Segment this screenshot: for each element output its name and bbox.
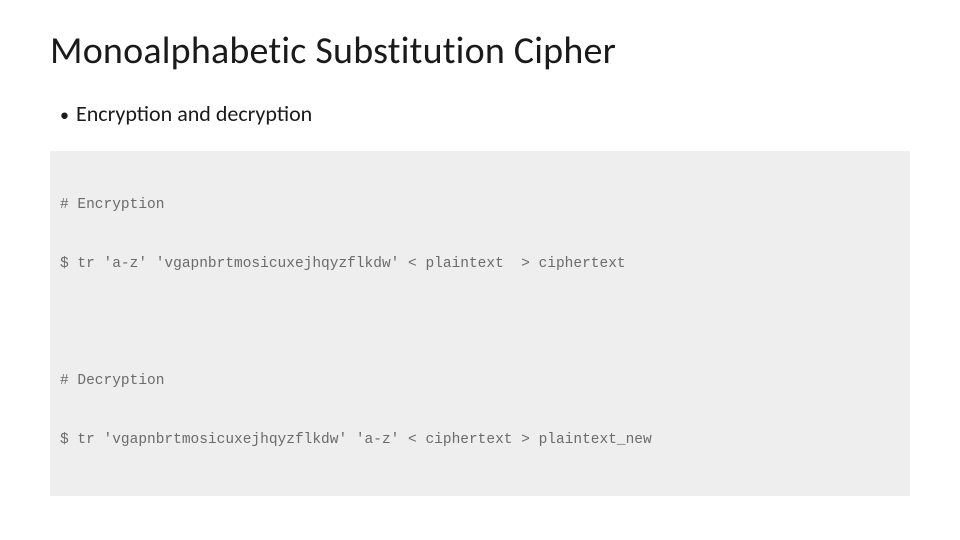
- code-blank-line: [60, 314, 900, 334]
- bullet-item: • Encryption and decryption: [60, 100, 910, 127]
- code-line: $ tr 'a-z' 'vgapnbrtmosicuxejhqyzflkdw' …: [60, 255, 900, 275]
- slide-title: Monoalphabetic Substitution Cipher: [50, 28, 910, 74]
- code-line: # Encryption: [60, 196, 900, 216]
- bullet-dot-icon: •: [60, 104, 76, 126]
- slide: Monoalphabetic Substitution Cipher • Enc…: [0, 0, 960, 540]
- bullet-text: Encryption and decryption: [76, 100, 312, 127]
- code-block: # Encryption $ tr 'a-z' 'vgapnbrtmosicux…: [50, 151, 910, 496]
- code-line: $ tr 'vgapnbrtmosicuxejhqyzflkdw' 'a-z' …: [60, 431, 900, 451]
- code-line: # Decryption: [60, 372, 900, 392]
